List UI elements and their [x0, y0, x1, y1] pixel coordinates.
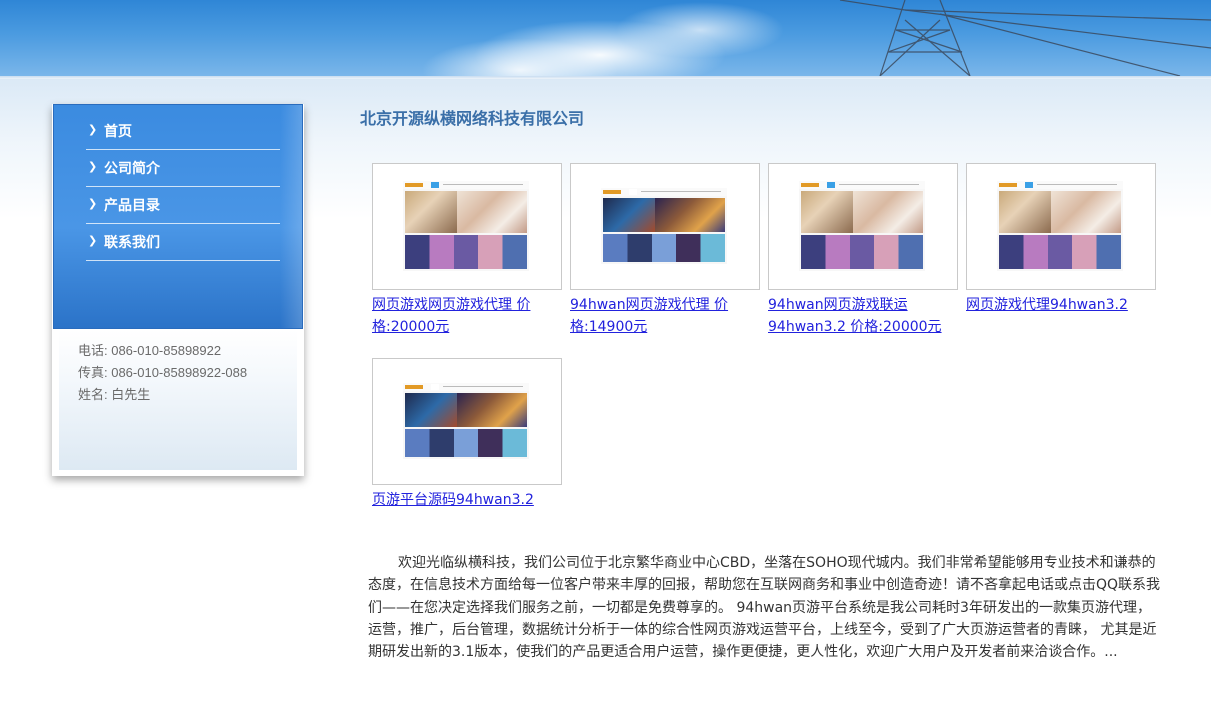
company-intro-text: 欢迎光临纵横科技，我们公司位于北京繁华商业中心CBD，坐落在SOHO现代城内。我…	[368, 555, 1161, 661]
game-site-preview-icon	[601, 188, 727, 264]
product-thumbnail[interactable]	[372, 358, 562, 485]
product-link[interactable]: 网页游戏代理94hwan3.2	[966, 294, 1156, 316]
game-site-preview-icon	[997, 181, 1123, 271]
game-site-preview-icon	[799, 181, 925, 271]
contact-phone: 电话: 086-010-85898922	[78, 343, 222, 358]
header-banner	[0, 0, 1211, 76]
product-link[interactable]: 页游平台源码94hwan3.2	[372, 489, 562, 511]
product-card: 94hwan网页游戏联运94hwan3.2 价格:20000元	[768, 163, 958, 338]
product-link[interactable]: 网页游戏网页游戏代理 价格:20000元	[372, 294, 562, 338]
nav-item-products[interactable]: ❯ 产品目录	[86, 187, 280, 224]
product-thumbnail[interactable]	[570, 163, 760, 290]
product-card: 页游平台源码94hwan3.2	[372, 358, 562, 511]
nav-item-label: 公司简介	[104, 161, 160, 177]
chevron-right-icon: ❯	[88, 123, 98, 136]
contact-fax: 传真: 086-010-85898922-088	[78, 365, 248, 380]
nav-item-label: 首页	[104, 124, 132, 140]
page-title: 北京开源纵横网络科技有限公司	[360, 109, 585, 128]
product-link[interactable]: 94hwan网页游戏代理 价格:14900元	[570, 294, 760, 338]
nav-item-about[interactable]: ❯ 公司简介	[86, 150, 280, 187]
product-thumbnail[interactable]	[768, 163, 958, 290]
power-tower-graphic	[839, 0, 1211, 76]
contact-info: 电话: 086-010-85898922 传真: 086-010-8589892…	[59, 330, 297, 470]
nav-item-home[interactable]: ❯ 首页	[86, 113, 280, 150]
game-site-preview-icon	[403, 181, 529, 271]
nav-item-label: 联系我们	[104, 235, 160, 251]
chevron-right-icon: ❯	[88, 197, 98, 210]
product-thumbnail[interactable]	[372, 163, 562, 290]
product-card: 网页游戏网页游戏代理 价格:20000元	[372, 163, 562, 338]
product-card: 94hwan网页游戏代理 价格:14900元	[570, 163, 760, 338]
product-thumbnail[interactable]	[966, 163, 1156, 290]
chevron-right-icon: ❯	[88, 234, 98, 247]
sidebar-nav: ❯ 首页 ❯ 公司简介 ❯ 产品目录 ❯ 联系我们	[53, 104, 303, 329]
nav-item-label: 产品目录	[104, 198, 160, 214]
product-link[interactable]: 94hwan网页游戏联运94hwan3.2 价格:20000元	[768, 294, 958, 338]
product-card: 网页游戏代理94hwan3.2	[966, 163, 1156, 316]
contact-name: 姓名: 白先生	[78, 387, 151, 402]
nav-item-contact[interactable]: ❯ 联系我们	[86, 224, 280, 261]
game-site-preview-icon	[403, 383, 529, 459]
chevron-right-icon: ❯	[88, 160, 98, 173]
